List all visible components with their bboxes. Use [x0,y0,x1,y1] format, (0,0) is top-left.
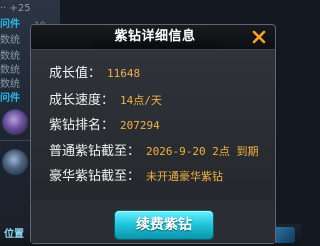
bg-sidebar-line: 数统 [0,65,20,76]
growth-speed-label: 成长速度： [49,93,115,108]
bg-divider [0,140,30,141]
purple-diamond-details-dialog: 紫钻详细信息 成长值： 11648 成长速度： 14点/天 紫钻排名： 207294 … [30,24,276,244]
ranking-label: 紫钻排名： [49,118,115,133]
growth-speed-value: 14点/天 [120,94,162,107]
normal-expiry-value: 2026-9-20 2点 到期 [146,145,259,158]
normal-expiry-label: 普通紫钻截至： [49,144,141,159]
growth-value-row: 成长值： 11648 [49,64,269,84]
bg-sidebar-line: 数统 [0,51,20,62]
dialog-title: 紫钻详细信息 [114,29,196,44]
bg-sidebar-line: ·· +25 [0,3,31,14]
bg-sidebar-line: 数统 [0,79,20,90]
ranking-row: 紫钻排名： 207294 [49,116,269,136]
bg-avatar[interactable] [3,110,27,134]
bg-sidebar-line[interactable]: 问件 [0,92,32,106]
luxury-expiry-label: 豪华紫钻截至： [49,169,141,184]
growth-value-label: 成长值： [49,66,102,81]
close-x-icon [252,30,266,44]
growth-speed-row: 成长速度： 14点/天 [49,91,269,111]
bg-sidebar-line: 数统 [0,35,20,46]
normal-expiry-row: 普通紫钻截至： 2026-9-20 2点 到期 [49,142,269,162]
luxury-expiry-row: 豪华紫钻截至： 未开通豪华紫钻 [49,167,269,187]
bg-bottom-label[interactable]: 位置 [4,228,30,242]
bg-sidebar-line[interactable]: 问件 [0,18,32,32]
luxury-expiry-value: 未开通豪华紫钻 [146,170,224,183]
close-button[interactable] [249,27,269,47]
ranking-value: 207294 [120,119,160,132]
dialog-content: 成长值： 11648 成长速度： 14点/天 紫钻排名： 207294 普通紫钻截至：… [31,50,275,200]
dialog-titlebar: 紫钻详细信息 [31,25,275,50]
growth-value: 11648 [107,67,141,80]
bg-avatar[interactable] [3,150,27,174]
dialog-footer: 续费紫钻 [31,201,275,243]
renew-button[interactable]: 续费紫钻 [115,211,213,239]
